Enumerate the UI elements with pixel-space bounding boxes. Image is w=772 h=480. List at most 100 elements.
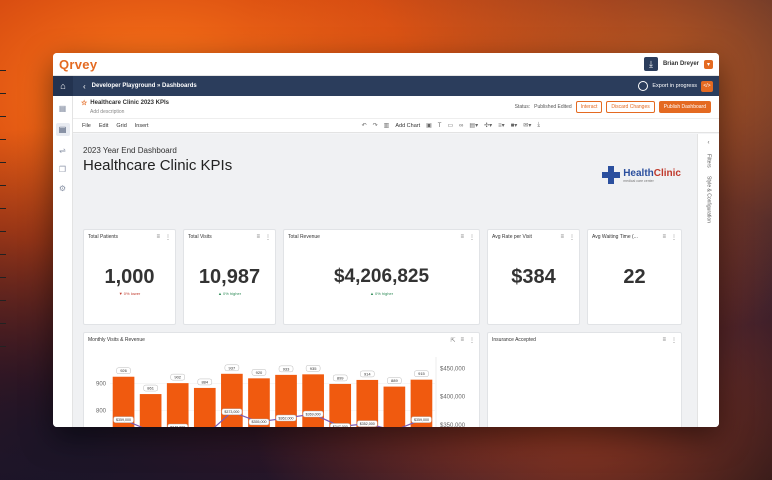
kpi-title: Total Patients [88, 234, 119, 240]
interact-button[interactable]: Interact [575, 101, 603, 113]
app-window: Qrvey ⤓ Brian Dreyer ▾ ⌂ ‹ Developer Pla… [53, 53, 719, 427]
add-description[interactable]: Add description [90, 109, 169, 115]
top-bar: Qrvey ⤓ Brian Dreyer ▾ [53, 53, 719, 76]
more-icon[interactable]: ⋮ [165, 234, 171, 241]
filter-icon[interactable]: ≡ [662, 337, 666, 344]
email-icon[interactable]: ✉▾ [523, 122, 531, 129]
kpi-value: 10,987 [198, 266, 261, 288]
layout-icon[interactable]: ▤▾ [469, 122, 478, 129]
more-icon[interactable]: ⋮ [671, 337, 677, 344]
star-icon[interactable]: ☆ [81, 99, 87, 107]
publish-dashboard-button[interactable]: Publish Dashboard [658, 101, 711, 113]
kpi-title: Total Visits [188, 234, 212, 240]
dashboard-heading: Healthcare Clinic KPIs [83, 157, 233, 174]
bar [139, 394, 162, 427]
y-tick-left: 800 [96, 408, 107, 414]
more-icon[interactable]: ⋮ [569, 234, 575, 241]
kpi-card-total-revenue[interactable]: Total Revenue ≡ ⋮ $4,206,825 ▲ 0% higher [283, 229, 480, 325]
kpi-value: 1,000 [104, 266, 155, 288]
filter-icon[interactable]: ≡ [256, 234, 260, 241]
link-icon[interactable]: ∞ [459, 123, 463, 129]
filter-icon[interactable]: ≡ [156, 234, 160, 241]
kpi-value: $384 [511, 266, 556, 288]
dashboard-icon[interactable]: ▤ [55, 123, 70, 136]
line-data-label: $359,000 [116, 418, 131, 422]
app-logo[interactable]: Qrvey [59, 57, 97, 72]
bar-data-label: 915 [418, 371, 425, 376]
more-icon[interactable]: ⋮ [265, 234, 271, 241]
image-icon[interactable]: ▣ [426, 122, 432, 129]
color-icon[interactable]: ■▾ [511, 122, 518, 129]
desktop-edge-marks [0, 70, 8, 369]
kpi-card-total-patients[interactable]: Total Patients ≡ ⋮ 1,000 ▼ 0% lower [83, 229, 176, 325]
insurance-accepted-card[interactable]: Insurance Accepted ≡ ⋮ [487, 332, 682, 427]
more-icon[interactable]: ⋮ [671, 234, 677, 241]
right-rail: ‹ Filters Style & Configuration [697, 134, 719, 427]
add-chart-icon[interactable]: ▥ [384, 122, 390, 129]
code-icon[interactable]: </> [701, 80, 713, 92]
monthly-visits-chart-card[interactable]: Monthly Visits & Revenue ⇱ ≡ ⋮ 900800700$45… [83, 332, 480, 427]
menu-grid[interactable]: Grid [116, 123, 126, 129]
flow-icon[interactable]: ⇌ [58, 146, 68, 155]
expand-icon[interactable]: ⇱ [450, 337, 455, 344]
y-tick-right: $350,000 [440, 423, 466, 427]
filter-icon[interactable]: ≡ [460, 337, 464, 344]
kpi-title: Avg Waiting Time (... [592, 234, 638, 240]
text-icon[interactable]: T [438, 123, 442, 129]
line-data-label: $347,000 [333, 425, 348, 427]
line-data-label: $355,000 [251, 420, 266, 424]
filter-icon[interactable]: ≡ [662, 234, 666, 241]
menu-insert[interactable]: Insert [135, 123, 149, 129]
more-icon[interactable]: ⋮ [469, 234, 475, 241]
filter-icon[interactable]: ≡▾ [498, 122, 505, 129]
line-data-label: $362,000 [279, 416, 294, 420]
undo-icon[interactable]: ↶ [362, 122, 367, 129]
bottom-row: Monthly Visits & Revenue ⇱ ≡ ⋮ 900800700$45… [83, 332, 687, 427]
filters-tab[interactable]: Filters [706, 154, 712, 168]
chart-title: Monthly Visits & Revenue [88, 337, 145, 343]
bar [383, 386, 406, 427]
bar-data-label: 899 [337, 375, 344, 380]
user-name[interactable]: Brian Dreyer [663, 61, 699, 67]
user-menu-icon[interactable]: ▾ [704, 59, 713, 69]
home-icon[interactable]: ⌂ [53, 76, 73, 96]
status-value: Published Edited [534, 104, 572, 110]
redo-icon[interactable]: ↷ [373, 122, 378, 129]
bar-data-label: 884 [201, 379, 208, 384]
filter-icon[interactable]: ≡ [460, 234, 464, 241]
style-configuration-tab[interactable]: Style & Configuration [706, 176, 712, 223]
menu-file[interactable]: File [82, 123, 91, 129]
kpi-card-avg-waiting-time[interactable]: Avg Waiting Time (... ≡ ⋮ 22 [587, 229, 682, 325]
bar-data-label: 902 [174, 375, 181, 380]
settings-icon[interactable]: ⚙ [58, 184, 68, 193]
logo-name-b: Clinic [653, 167, 681, 179]
logo-name-a: Health [623, 167, 654, 179]
more-icon[interactable]: ⋮ [469, 337, 475, 344]
menu-edit[interactable]: Edit [99, 123, 108, 129]
grid-icon[interactable]: ▦ [58, 104, 68, 113]
bar-data-label: 920 [256, 370, 263, 375]
export-status: Export in progress [652, 83, 697, 89]
add-chart-button[interactable]: Add Chart [395, 123, 420, 129]
export-icon[interactable]: ⤓ [537, 122, 540, 129]
breadcrumb[interactable]: Developer Playground » Dashboards [92, 83, 197, 89]
discard-changes-button[interactable]: Discard Changes [606, 101, 655, 113]
dashboard-name[interactable]: Healthcare Clinic 2023 KPIs [90, 100, 169, 106]
copy-icon[interactable]: ❐ [58, 165, 68, 174]
line-data-label: $352,000 [360, 422, 375, 426]
filter-icon[interactable]: ≡ [560, 234, 564, 241]
collapse-icon[interactable]: ‹ [708, 140, 710, 146]
download-icon[interactable]: ⤓ [643, 57, 658, 71]
kpi-card-total-visits[interactable]: Total Visits ≡ ⋮ 10,987 ▲ 0% higher [183, 229, 276, 325]
line-data-label: $373,000 [224, 410, 239, 414]
kpi-row: Total Patients ≡ ⋮ 1,000 ▼ 0% lower Total … [83, 229, 687, 325]
bar-data-label: 861 [147, 386, 154, 391]
theme-icon[interactable]: ✣▾ [484, 122, 492, 129]
comment-icon[interactable]: ▭ [447, 122, 453, 129]
back-chevron-icon[interactable]: ‹ [83, 82, 86, 91]
kpi-card-avg-rate[interactable]: Avg Rate per Visit ≡ ⋮ $384 [487, 229, 580, 325]
monthly-visits-chart[interactable]: 900800700$450,000$400,000$350,0009268619… [84, 347, 479, 427]
dashboard-subtitle: 2023 Year End Dashboard [83, 146, 177, 155]
dashboard-header: 2023 Year End Dashboard Healthcare Clini… [83, 146, 687, 229]
kpi-change: ▲ 0% higher [217, 291, 242, 296]
